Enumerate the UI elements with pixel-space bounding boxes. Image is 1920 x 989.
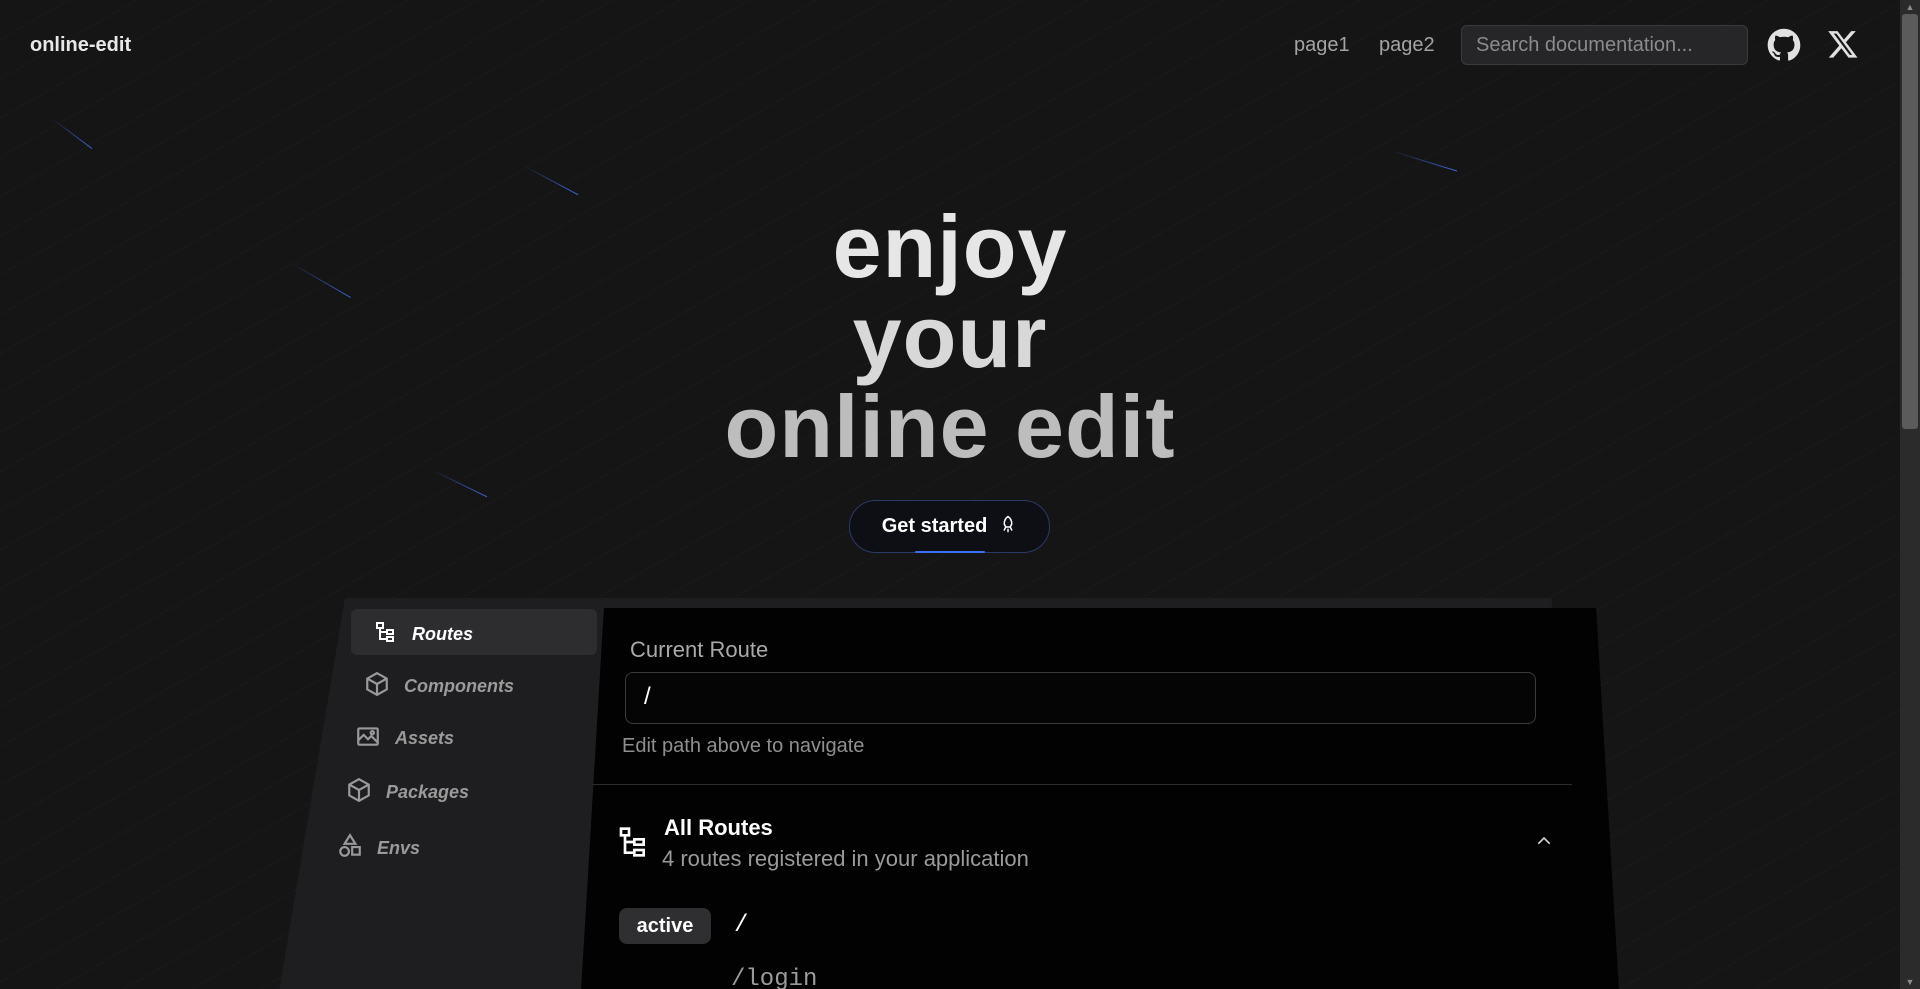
nav-link-page2[interactable]: page2 (1379, 34, 1435, 57)
nav-link-page1[interactable]: page1 (1294, 34, 1350, 57)
chevron-up-icon[interactable] (1535, 832, 1553, 855)
status-badge: active (619, 908, 711, 944)
route-tree-icon (374, 620, 398, 649)
scroll-down-arrow[interactable]: ▼ (1904, 977, 1916, 987)
hero-title-line-3: online edit (724, 377, 1176, 476)
sidebar-item-label: Packages (386, 782, 470, 802)
scroll-up-arrow[interactable]: ▲ (1904, 2, 1916, 12)
divider (592, 784, 1572, 785)
sidebar-item-label: Assets (395, 728, 455, 748)
sidebar-item-envs[interactable]: Envs (337, 833, 420, 864)
image-icon (355, 723, 381, 754)
current-route-label: Current Route (630, 637, 769, 662)
hero-title-line-1: enjoy (832, 197, 1068, 296)
route-path-root[interactable]: / (734, 912, 748, 939)
package-icon (346, 777, 372, 808)
hero-title-line-2: your (852, 287, 1048, 386)
rocket-icon (999, 515, 1017, 539)
github-icon[interactable] (1767, 28, 1801, 62)
light-streak (432, 470, 488, 498)
sidebar-item-routes[interactable]: Routes (374, 620, 473, 649)
route-hint: Edit path above to navigate (622, 735, 865, 757)
scrollbar-thumb[interactable] (1902, 14, 1918, 429)
sidebar-item-label: Routes (412, 624, 474, 644)
x-icon[interactable] (1827, 28, 1861, 62)
shapes-icon (337, 833, 363, 864)
light-streak (1389, 150, 1458, 172)
all-routes-title: All Routes (664, 815, 773, 840)
sidebar-item-packages[interactable]: Packages (346, 777, 469, 808)
light-streak (51, 118, 93, 149)
search-input[interactable]: Search documentation... (1461, 25, 1748, 65)
get-started-label: Get started (881, 515, 988, 537)
current-route-input[interactable]: / (625, 672, 1536, 724)
hexagon-box-icon (364, 671, 390, 702)
all-routes-subtitle: 4 routes registered in your application (662, 846, 1029, 871)
top-navigation: online-edit page1 page2 Search documenta… (0, 0, 1900, 90)
sidebar-item-assets[interactable]: Assets (355, 723, 454, 754)
route-path-login[interactable]: /login (731, 966, 817, 989)
button-glow (915, 551, 985, 553)
get-started-button[interactable]: Get started (849, 500, 1050, 553)
sidebar-item-label: Envs (377, 838, 421, 858)
light-streak (524, 166, 579, 196)
sidebar-item-components[interactable]: Components (364, 671, 514, 702)
logo[interactable]: online-edit (30, 34, 131, 57)
route-tree-icon (617, 824, 649, 865)
sidebar-item-label: Components (404, 676, 514, 696)
